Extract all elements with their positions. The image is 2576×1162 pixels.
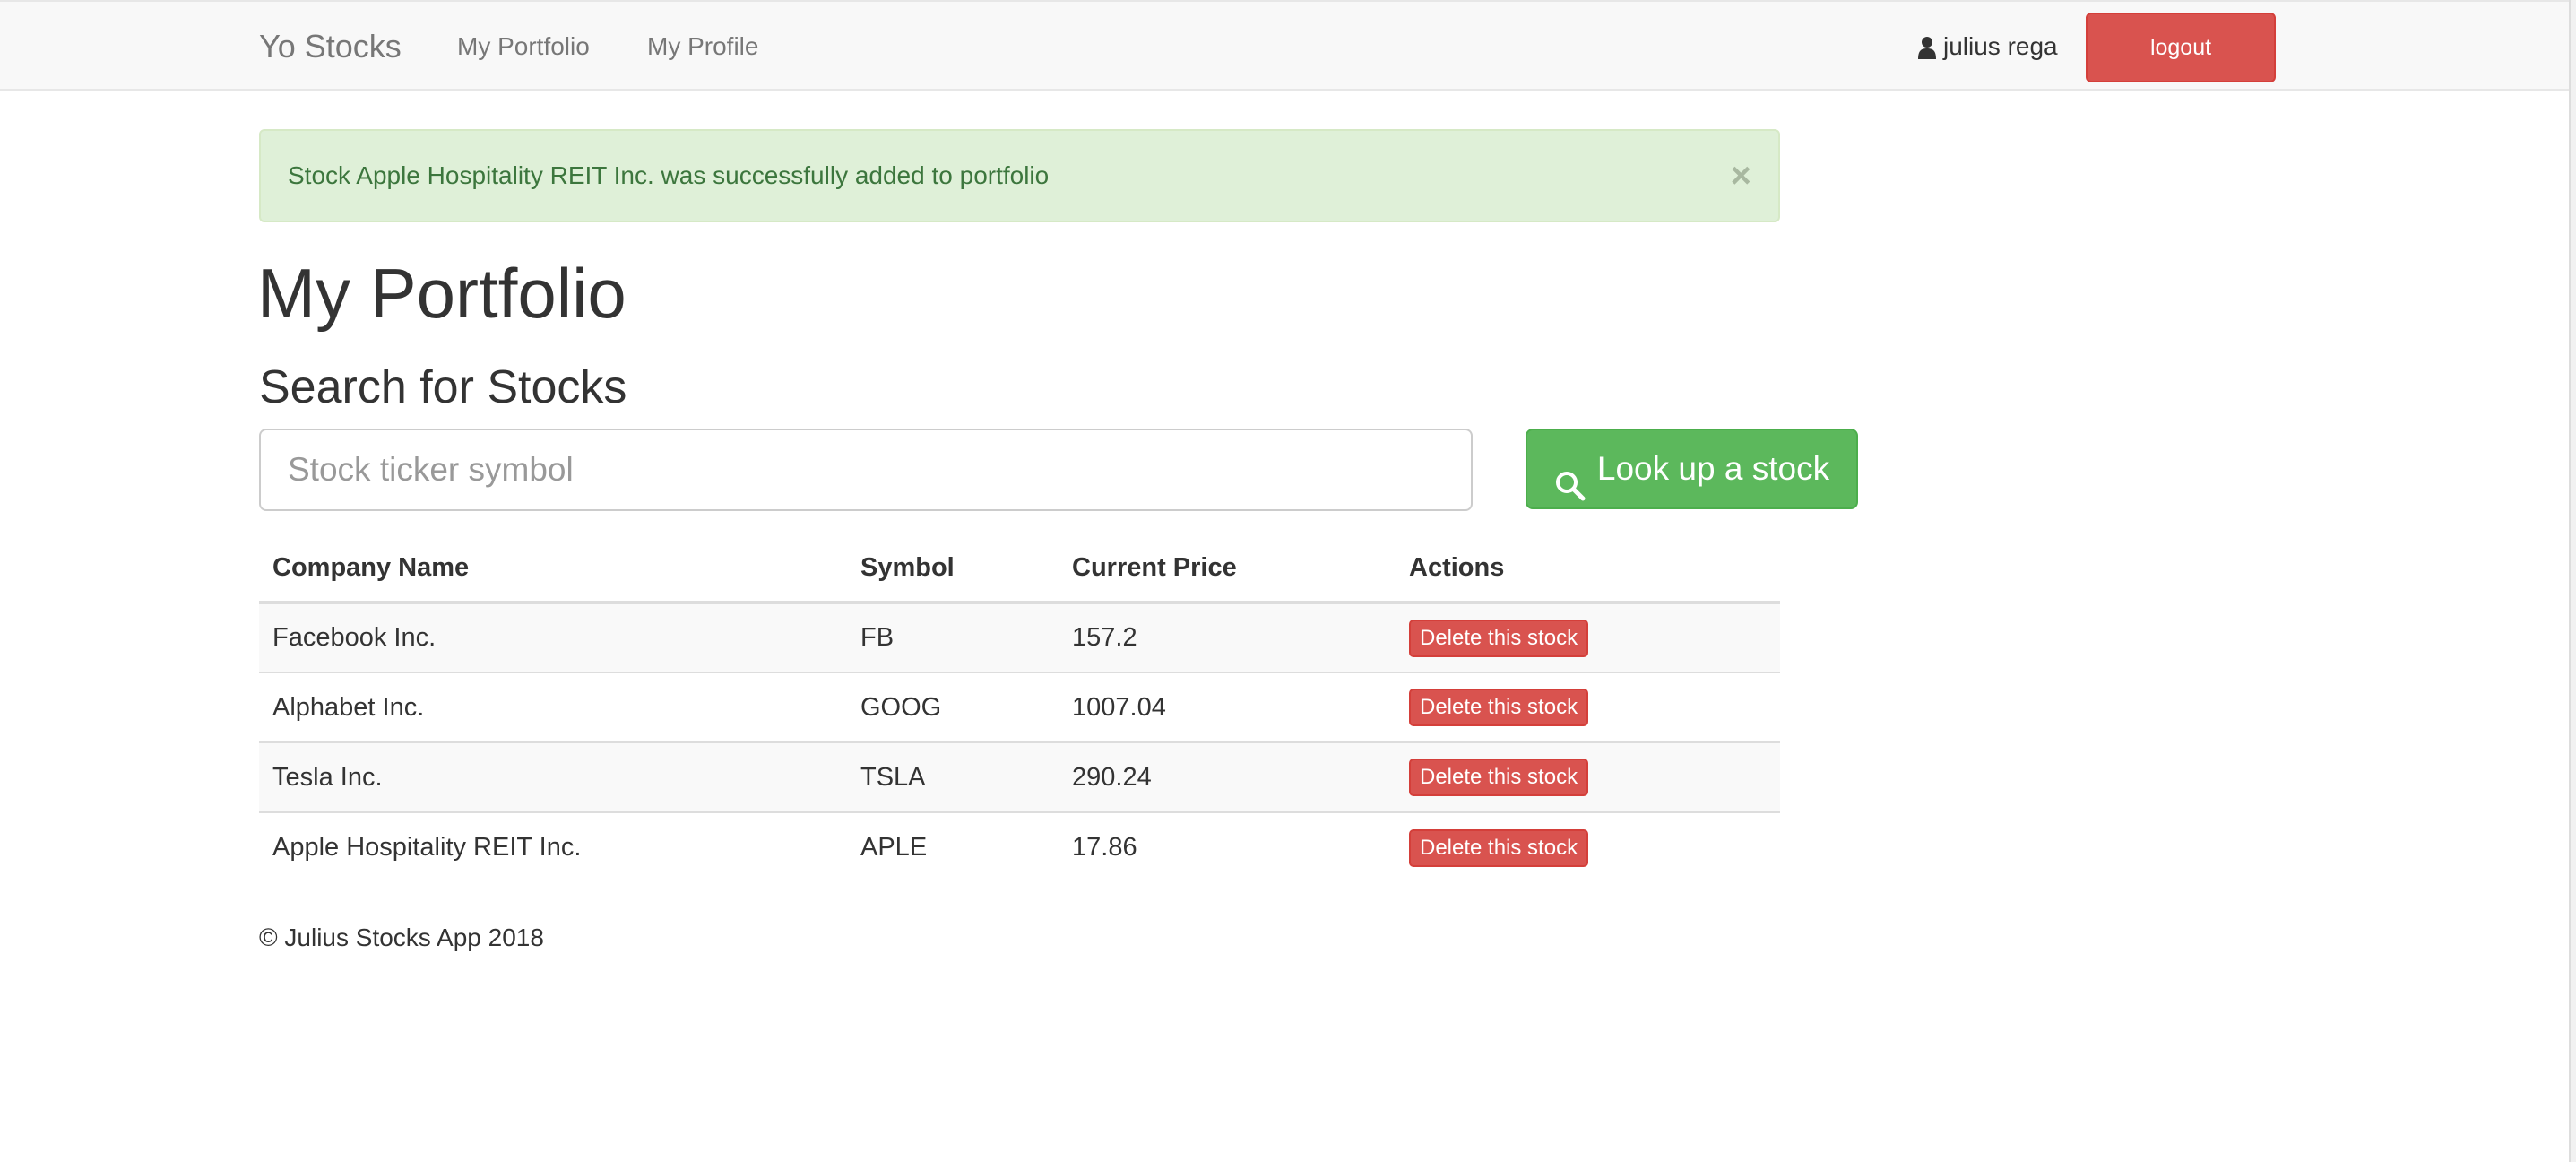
table-row: Facebook Inc. FB 157.2 Delete this stock [259,603,1780,672]
search-icon [1554,453,1586,501]
table-header-row: Company Name Symbol Current Price Action… [259,534,1780,604]
scrollbar[interactable] [2569,0,2576,1162]
company-name: Tesla Inc. [259,741,847,812]
user-icon [1918,35,1936,59]
company-name: Facebook Inc. [259,603,847,672]
search-heading: Search for Stocks [259,361,627,413]
company-name: Apple Hospitality REIT Inc. [259,811,847,882]
delete-stock-button[interactable]: Delete this stock [1409,759,1589,796]
delete-stock-button[interactable]: Delete this stock [1409,689,1589,726]
delete-stock-button[interactable]: Delete this stock [1409,828,1589,867]
delete-stock-button[interactable]: Delete this stock [1409,619,1589,657]
actions-cell: Delete this stock [1396,741,1780,812]
current-price: 1007.04 [1059,672,1396,742]
symbol: TSLA [847,741,1059,812]
footer-copyright: © Julius Stocks App 2018 [259,924,544,951]
success-alert: Stock Apple Hospitality REIT Inc. was su… [259,129,1780,222]
nav-my-portfolio[interactable]: My Portfolio [457,30,590,63]
current-price: 157.2 [1059,603,1396,672]
brand-link[interactable]: Yo Stocks [259,27,402,66]
actions-cell: Delete this stock [1396,603,1780,672]
alert-message: Stock Apple Hospitality REIT Inc. was su… [288,161,1050,189]
look-up-stock-button[interactable]: Look up a stock [1526,429,1858,509]
table-row: Tesla Inc. TSLA 290.24 Delete this stock [259,741,1780,812]
look-up-stock-label: Look up a stock [1596,450,1830,487]
header-company-name: Company Name [259,534,847,604]
close-icon[interactable]: × [1731,158,1751,194]
symbol: APLE [847,811,1059,882]
header-current-price: Current Price [1059,534,1396,604]
company-name: Alphabet Inc. [259,672,847,742]
table-row: Apple Hospitality REIT Inc. APLE 17.86 D… [259,811,1780,882]
navbar: Yo Stocks My Portfolio My Profile julius… [0,0,2569,91]
actions-cell: Delete this stock [1396,672,1780,742]
nav-my-profile[interactable]: My Profile [647,30,758,63]
current-price: 17.86 [1059,811,1396,882]
symbol: FB [847,603,1059,672]
header-symbol: Symbol [847,534,1059,604]
symbol: GOOG [847,672,1059,742]
actions-cell: Delete this stock [1396,811,1780,882]
user-name: julius rega [1943,32,2058,60]
page: Yo Stocks My Portfolio My Profile julius… [0,0,2576,1162]
header-actions: Actions [1396,534,1780,604]
table-row: Alphabet Inc. GOOG 1007.04 Delete this s… [259,672,1780,742]
stock-ticker-input[interactable] [259,429,1473,511]
current-price: 290.24 [1059,741,1396,812]
portfolio-table: Company Name Symbol Current Price Action… [259,534,1780,882]
user-info: julius rega [1918,30,2058,63]
page-title: My Portfolio [257,254,627,333]
logout-button[interactable]: logout [2086,13,2276,82]
